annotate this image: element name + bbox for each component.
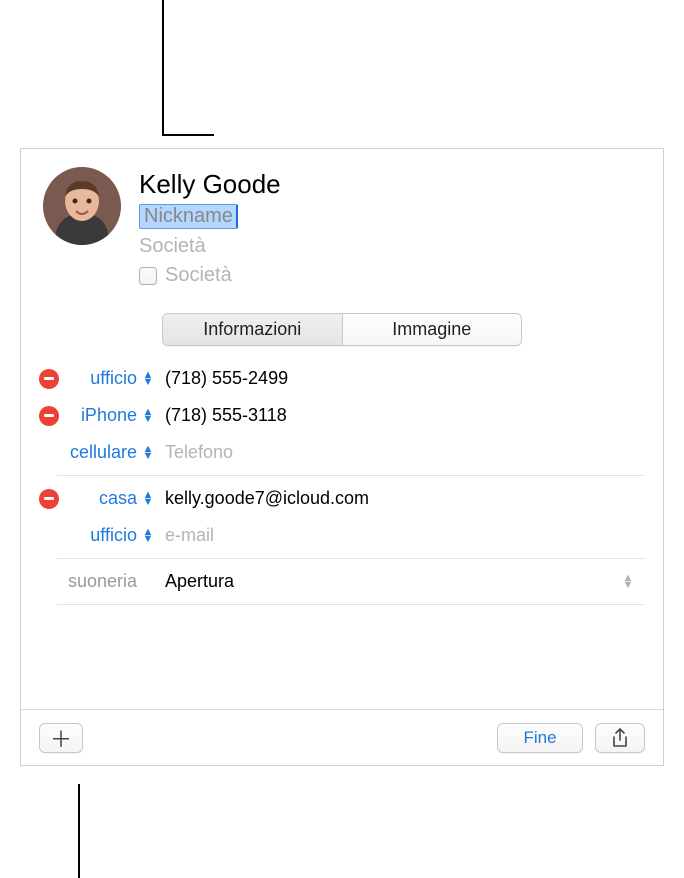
ringtone-value[interactable]: Apertura — [165, 571, 617, 592]
plus-icon: ＋ — [50, 722, 72, 754]
callout-line — [162, 134, 214, 136]
email-placeholder[interactable]: e-mail — [165, 525, 645, 546]
done-button[interactable]: Fine — [497, 723, 583, 753]
phone-row: iPhone ▲▼ (718) 555-3118 — [39, 397, 645, 434]
divider — [57, 475, 645, 476]
ringtone-row: suoneria Apertura ▲▼ — [39, 563, 645, 600]
divider — [57, 558, 645, 559]
email-row: ufficio ▲▼ e-mail — [39, 517, 645, 554]
fields-area: ufficio ▲▼ (718) 555-2499 iPhone ▲▼ (718… — [21, 360, 663, 636]
header: Kelly Goode Nickname Società Società — [21, 149, 663, 293]
tab-image[interactable]: Immagine — [343, 314, 522, 345]
email-row: casa ▲▼ kelly.goode7@icloud.com — [39, 480, 645, 517]
phone-row: ufficio ▲▼ (718) 555-2499 — [39, 360, 645, 397]
callout-line — [78, 784, 80, 878]
nickname-input[interactable]: Nickname — [139, 204, 238, 229]
contact-edit-window: Kelly Goode Nickname Società Società Inf… — [20, 148, 664, 766]
segmented-control: Informazioni Immagine — [162, 313, 522, 346]
bottom-toolbar: ＋ Fine — [21, 709, 663, 765]
field-label-dropdown[interactable]: casa — [61, 488, 139, 509]
divider — [57, 604, 645, 605]
remove-icon[interactable] — [39, 406, 59, 426]
field-label-dropdown[interactable]: iPhone — [61, 405, 139, 426]
phone-value[interactable]: (718) 555-3118 — [165, 405, 645, 426]
field-label-dropdown[interactable]: ufficio — [61, 525, 139, 546]
remove-icon[interactable] — [39, 489, 59, 509]
updown-icon[interactable]: ▲▼ — [141, 446, 155, 460]
updown-icon[interactable]: ▲▼ — [141, 529, 155, 543]
remove-icon[interactable] — [39, 369, 59, 389]
updown-icon[interactable]: ▲▼ — [141, 372, 155, 386]
updown-icon[interactable]: ▲▼ — [621, 575, 635, 589]
add-field-button[interactable]: ＋ — [39, 723, 83, 753]
callout-line — [162, 0, 164, 134]
updown-icon[interactable]: ▲▼ — [141, 409, 155, 423]
ringtone-label: suoneria — [61, 571, 139, 592]
updown-icon[interactable]: ▲▼ — [141, 492, 155, 506]
email-value[interactable]: kelly.goode7@icloud.com — [165, 488, 645, 509]
phone-value[interactable]: (718) 555-2499 — [165, 368, 645, 389]
tab-info[interactable]: Informazioni — [163, 314, 343, 345]
contact-name[interactable]: Kelly Goode — [139, 169, 641, 200]
avatar[interactable] — [43, 167, 121, 245]
share-button[interactable] — [595, 723, 645, 753]
share-icon — [611, 728, 629, 748]
phone-row: cellulare ▲▼ Telefono — [39, 434, 645, 471]
company-input[interactable]: Società — [139, 235, 641, 258]
company-checkbox[interactable] — [139, 267, 157, 285]
field-label-dropdown[interactable]: ufficio — [61, 368, 139, 389]
field-label-dropdown[interactable]: cellulare — [61, 442, 139, 463]
partial-row: x — [39, 609, 645, 636]
phone-placeholder[interactable]: Telefono — [165, 442, 645, 463]
company-checkbox-label: Società — [165, 264, 232, 287]
